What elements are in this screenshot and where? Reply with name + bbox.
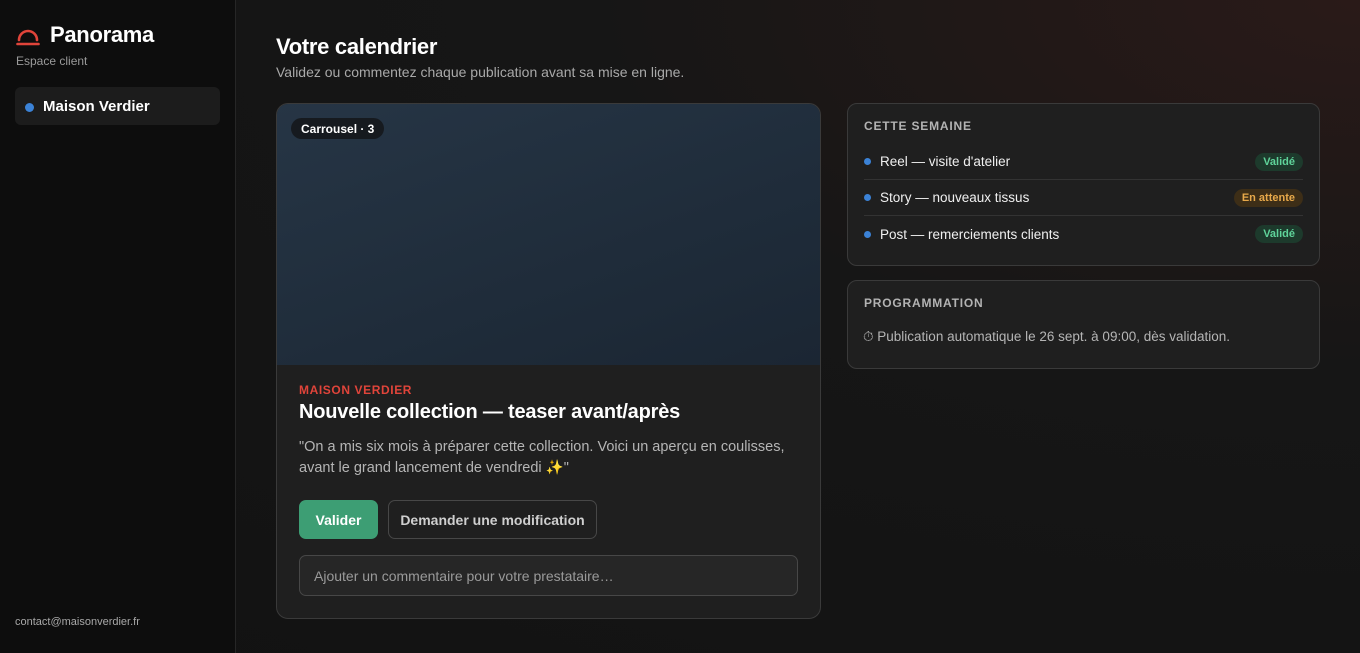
- bullet-dot-icon: [864, 230, 871, 238]
- status-badge: En attente: [1233, 188, 1303, 207]
- status-badge: Validé: [1255, 225, 1303, 243]
- list-item[interactable]: Reel — visite d'atelier Validé: [864, 144, 1303, 180]
- page-subtitle: Validez ou commentez chaque publication …: [276, 64, 685, 80]
- page-title: Votre calendrier: [276, 34, 438, 59]
- brand[interactable]: Panorama: [16, 22, 154, 48]
- bullet-dot-icon: [864, 194, 871, 201]
- bullet-dot-icon: [864, 158, 871, 165]
- schedule-text: ⏱ Publication automatique le 26 sept. à …: [863, 329, 1231, 344]
- validate-button[interactable]: Valider: [299, 500, 378, 539]
- comment-input[interactable]: [299, 555, 798, 596]
- post-card: Carrousel · 3 MAISON VERDIER Nouvelle co…: [276, 103, 821, 619]
- media-type-badge: Carrousel · 3: [291, 118, 385, 139]
- brand-subtitle: Espace client: [16, 54, 88, 68]
- schedule-panel: PROGRAMMATION ⏱ Publication automatique …: [847, 280, 1320, 369]
- list-item[interactable]: Post — remerciements clients Validé: [864, 216, 1303, 252]
- brand-name: Panorama: [50, 22, 154, 47]
- client-name: Maison Verdier: [43, 97, 150, 115]
- panorama-logo-icon: [16, 29, 40, 46]
- item-label: Reel — visite d'atelier: [880, 154, 1011, 169]
- request-modification-button[interactable]: Demander une modification: [388, 500, 597, 539]
- status-badge: Validé: [1255, 152, 1303, 171]
- client-dot-icon: [25, 102, 34, 112]
- post-caption: "On a mis six mois à préparer cette coll…: [299, 439, 785, 476]
- post-brand: MAISON VERDIER: [299, 383, 413, 397]
- schedule-heading: PROGRAMMATION: [864, 296, 984, 310]
- item-label: Post — remerciements clients: [880, 226, 1060, 242]
- week-list: Reel — visite d'atelier Validé Story — n…: [864, 144, 1303, 252]
- contact-email[interactable]: contact@maisonverdier.fr: [15, 616, 140, 628]
- sidebar-item-client[interactable]: Maison Verdier: [15, 87, 220, 125]
- item-label: Story — nouveaux tissus: [880, 190, 1030, 205]
- post-media-preview[interactable]: Carrousel · 3: [277, 104, 820, 365]
- post-title: Nouvelle collection — teaser avant/après: [299, 401, 681, 423]
- week-heading: CETTE SEMAINE: [864, 119, 972, 133]
- week-panel: CETTE SEMAINE Reel — visite d'atelier Va…: [847, 103, 1320, 266]
- list-item[interactable]: Story — nouveaux tissus En attente: [864, 180, 1303, 216]
- sidebar: Panorama Espace client Maison Verdier co…: [0, 0, 236, 653]
